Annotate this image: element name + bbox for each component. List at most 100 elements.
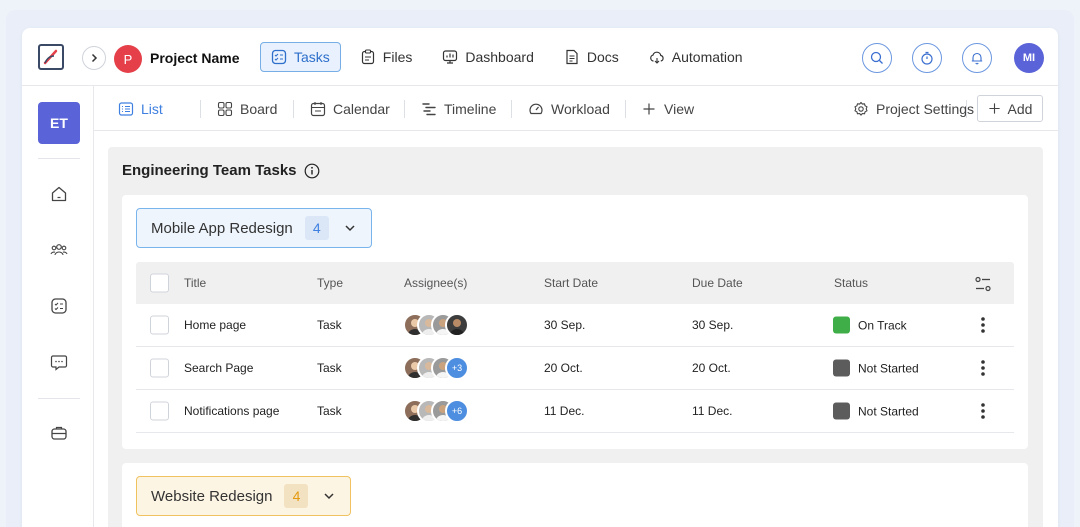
project-settings-button[interactable]: Project Settings (853, 100, 974, 118)
add-view-button[interactable]: View (641, 100, 694, 118)
view-workload[interactable]: Workload (528, 100, 610, 118)
status-badge[interactable]: On Track (833, 316, 907, 334)
section-title: Engineering Team Tasks (122, 162, 320, 179)
plus-icon (641, 101, 657, 117)
timer-button[interactable] (912, 43, 942, 73)
view-board[interactable]: Board (217, 100, 277, 118)
status-badge[interactable]: Not Started (833, 402, 919, 420)
view-timeline[interactable]: Timeline (421, 100, 496, 118)
more-assignees-badge: +3 (445, 356, 469, 380)
status-label: On Track (858, 318, 907, 332)
view-divider (966, 100, 967, 118)
add-button[interactable]: Add (977, 95, 1043, 122)
chevron-down-icon (322, 489, 336, 503)
app-logo-icon[interactable] (38, 44, 64, 70)
nav-automation[interactable]: Automation (638, 42, 754, 72)
more-options-icon[interactable] (978, 401, 988, 421)
project-settings-label: Project Settings (876, 101, 975, 117)
view-calendar[interactable]: Calendar (310, 100, 390, 118)
search-button[interactable] (862, 43, 892, 73)
view-bar: List Board Calendar Timeline Workload Vi… (94, 86, 1058, 131)
add-view-label: View (664, 101, 695, 117)
more-options-icon[interactable] (978, 358, 988, 378)
plus-icon (988, 103, 1000, 114)
cloud-icon (649, 49, 665, 65)
gear-icon (853, 101, 869, 117)
nav-docs[interactable]: Docs (553, 42, 630, 72)
view-timeline-label: Timeline (444, 101, 497, 117)
team-icon[interactable] (49, 240, 69, 260)
briefcase-icon[interactable] (49, 423, 69, 443)
chevron-down-icon (343, 221, 357, 235)
view-divider (404, 100, 405, 118)
notifications-button[interactable] (962, 43, 992, 73)
column-header-assignees[interactable]: Assignee(s) (404, 276, 467, 290)
user-avatar[interactable]: MI (1014, 43, 1044, 73)
assignee-avatars[interactable]: +6 (403, 399, 469, 423)
group-count-badge: 4 (304, 216, 329, 240)
more-options-icon[interactable] (978, 315, 988, 335)
document-icon (564, 49, 580, 65)
nav-tasks-label: Tasks (294, 49, 330, 65)
task-title[interactable]: Search Page (184, 361, 253, 375)
bell-icon (971, 52, 983, 65)
table-row[interactable]: Search Page Task +3 20 Oct. 20 Oct. Not … (136, 347, 1014, 390)
assignee-avatars[interactable] (403, 313, 469, 337)
task-type: Task (317, 404, 342, 418)
group-name: Website Redesign (151, 487, 273, 505)
view-divider (511, 100, 512, 118)
chat-icon[interactable] (49, 352, 69, 372)
tasks-icon (271, 49, 287, 65)
expand-sidebar-button[interactable] (82, 46, 106, 70)
column-header-type[interactable]: Type (317, 276, 343, 290)
timeline-icon (421, 101, 437, 117)
workspace-badge[interactable]: ET (38, 102, 80, 144)
select-all-checkbox[interactable] (150, 273, 169, 293)
main-content: Engineering Team Tasks Mobile App Redesi… (108, 147, 1043, 527)
task-title[interactable]: Home page (184, 318, 246, 332)
start-date: 20 Oct. (544, 361, 583, 375)
add-button-label: Add (1007, 100, 1033, 117)
nav-tasks[interactable]: Tasks (260, 42, 341, 72)
avatar (445, 313, 469, 337)
row-checkbox[interactable] (150, 401, 169, 421)
row-checkbox[interactable] (150, 358, 169, 378)
table-row[interactable]: Notifications page Task +6 11 Dec. 11 De… (136, 390, 1014, 433)
group-selector-website-redesign[interactable]: Website Redesign 4 (136, 476, 352, 516)
table-header: Title Type Assignee(s) Start Date Due Da… (136, 262, 1014, 304)
task-type: Task (317, 361, 342, 375)
column-header-status[interactable]: Status (834, 276, 868, 290)
section-title-text: Engineering Team Tasks (122, 162, 297, 179)
column-header-due-date[interactable]: Due Date (692, 276, 743, 290)
workload-icon (528, 101, 544, 117)
search-icon (870, 51, 883, 64)
home-icon[interactable] (49, 184, 69, 204)
view-list[interactable]: List (118, 100, 163, 118)
project-name[interactable]: Project Name (150, 50, 239, 66)
due-date: 11 Dec. (692, 404, 733, 418)
top-bar: P Project Name Tasks Files Dashboard Doc… (22, 28, 1058, 86)
group-selector-mobile-app-redesign[interactable]: Mobile App Redesign 4 (136, 208, 372, 248)
task-title[interactable]: Notifications page (184, 404, 279, 418)
info-icon[interactable] (304, 163, 320, 179)
project-avatar[interactable]: P (114, 45, 142, 73)
nav-files[interactable]: Files (349, 42, 424, 72)
column-header-title[interactable]: Title (184, 276, 206, 290)
start-date: 11 Dec. (544, 404, 585, 418)
view-divider (625, 100, 626, 118)
column-settings-icon[interactable] (974, 275, 992, 293)
status-color-square (833, 316, 850, 334)
column-header-start-date[interactable]: Start Date (544, 276, 598, 290)
view-board-label: Board (240, 101, 278, 117)
nav-dashboard[interactable]: Dashboard (431, 42, 545, 72)
tasks-icon[interactable] (49, 296, 69, 316)
start-date: 30 Sep. (544, 318, 586, 332)
status-badge[interactable]: Not Started (833, 359, 919, 377)
assignee-avatars[interactable]: +3 (403, 356, 469, 380)
top-nav: Tasks Files Dashboard Docs Automation (260, 42, 762, 72)
table-row[interactable]: Home page Task 30 Sep. 30 Sep. On Track (136, 304, 1014, 347)
list-icon (118, 101, 134, 117)
task-group-card: Website Redesign 4 (122, 463, 1028, 527)
row-checkbox[interactable] (150, 315, 169, 335)
sidebar-divider (38, 398, 80, 399)
